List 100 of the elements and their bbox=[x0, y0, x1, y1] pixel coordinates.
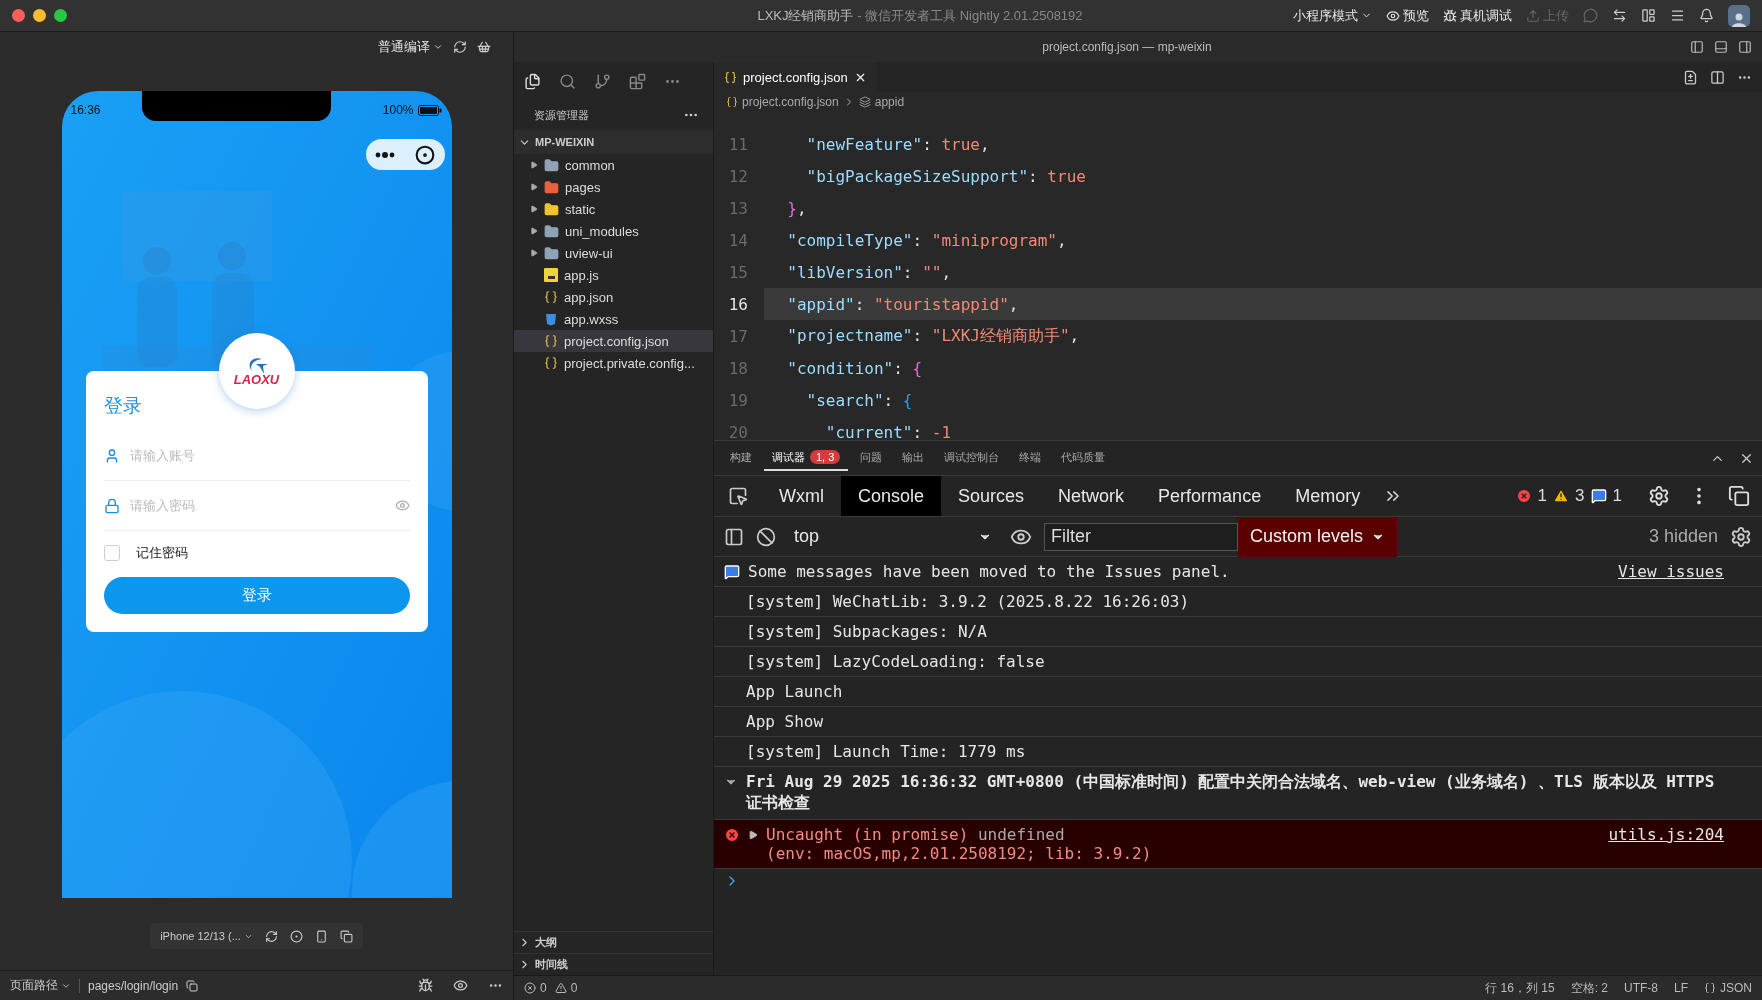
split-editor-icon[interactable] bbox=[1710, 69, 1725, 85]
mode-dropdown[interactable]: 小程序模式 bbox=[1293, 6, 1372, 25]
code-text: }, bbox=[786, 198, 807, 218]
status-item[interactable]: 空格: 2 bbox=[1570, 979, 1608, 997]
code-text: "condition": { bbox=[786, 358, 923, 378]
status-item[interactable]: 行 16，列 15 bbox=[1485, 979, 1555, 997]
expand-triangle-icon[interactable] bbox=[748, 830, 758, 840]
explorer-item[interactable]: app.wxss bbox=[514, 308, 713, 330]
filter-field[interactable]: Filter bbox=[1044, 522, 1238, 551]
project-root[interactable]: MP-WEIXIN bbox=[514, 130, 713, 154]
bell-icon[interactable] bbox=[1699, 8, 1714, 23]
explorer-item[interactable]: app.json bbox=[514, 286, 713, 308]
css-file-icon bbox=[544, 312, 558, 326]
devtools-tab[interactable]: Network bbox=[1041, 476, 1142, 516]
context-dropdown[interactable]: top bbox=[788, 526, 998, 547]
capsule-menu[interactable] bbox=[365, 139, 445, 170]
basket-icon[interactable] bbox=[477, 40, 491, 54]
settings-icon[interactable] bbox=[1730, 525, 1752, 548]
toggle-panel-icon[interactable] bbox=[1714, 40, 1728, 54]
code-text: "appid": "touristappid", bbox=[786, 294, 1019, 314]
breadcrumb-item[interactable]: project.config.json bbox=[742, 95, 839, 109]
page-path-dropdown[interactable]: 页面路径 bbox=[10, 977, 71, 994]
language-mode[interactable]: JSON bbox=[1720, 981, 1752, 995]
outline-section[interactable]: 大纲 bbox=[514, 931, 713, 953]
panel-tab[interactable]: 调试器 1, 3 bbox=[764, 445, 849, 471]
panel-tab[interactable]: 代码质量 bbox=[1053, 445, 1114, 471]
explorer-item[interactable]: common bbox=[514, 154, 713, 176]
device-dropdown[interactable]: iPhone 12/13 (... bbox=[160, 930, 253, 942]
error-count: 1 bbox=[1537, 486, 1548, 506]
explorer-item[interactable]: pages bbox=[514, 176, 713, 198]
password-field[interactable]: 请输入密码 bbox=[127, 497, 387, 514]
extensions-icon[interactable] bbox=[629, 72, 646, 90]
phone-icon[interactable] bbox=[314, 929, 328, 943]
close-window-button[interactable] bbox=[12, 9, 25, 22]
files-icon[interactable] bbox=[524, 72, 541, 90]
compile-mode-dropdown[interactable]: 普通编译 bbox=[378, 38, 443, 56]
account-field[interactable]: 请输入账号 bbox=[127, 447, 410, 464]
logo-text: LAOXU bbox=[233, 371, 280, 387]
swap-icon[interactable] bbox=[1612, 8, 1627, 23]
avatar[interactable] bbox=[1728, 4, 1750, 27]
panel-tab[interactable]: 调试控制台 bbox=[936, 445, 1008, 471]
info-icon bbox=[724, 564, 740, 580]
windows-icon[interactable] bbox=[339, 929, 353, 943]
settings-icon[interactable] bbox=[1648, 485, 1670, 507]
record-icon[interactable] bbox=[289, 929, 303, 943]
line-number: 14 bbox=[727, 230, 749, 250]
toggle-right-panel-icon[interactable] bbox=[1738, 40, 1752, 54]
panel-tab[interactable]: 构建 bbox=[722, 445, 760, 471]
view-issues-link[interactable]: View issues bbox=[1618, 562, 1724, 581]
warning-icon bbox=[1553, 488, 1570, 504]
breadcrumb-item[interactable]: appid bbox=[874, 95, 905, 109]
copy-icon[interactable] bbox=[186, 979, 199, 992]
folder-icon bbox=[544, 245, 559, 261]
panel-tab[interactable]: 终端 bbox=[1011, 445, 1050, 471]
panel-tab[interactable]: 问题 bbox=[852, 445, 891, 471]
js-file-icon bbox=[544, 268, 558, 282]
explorer-title: 资源管理器 bbox=[534, 107, 589, 123]
count-badge: 1, 3 bbox=[810, 450, 841, 464]
branch-icon[interactable] bbox=[594, 72, 611, 90]
explorer-item[interactable]: uni_modules bbox=[514, 220, 713, 242]
toggle-sidebar-icon[interactable] bbox=[1690, 40, 1704, 54]
undock-icon[interactable] bbox=[1728, 485, 1750, 507]
devtools-tab[interactable]: Performance bbox=[1141, 476, 1279, 516]
refresh-icon[interactable] bbox=[453, 40, 467, 54]
info-count: 1 bbox=[1612, 486, 1622, 506]
line-number: 17 bbox=[727, 326, 749, 346]
devtools-tab[interactable]: Memory bbox=[1278, 476, 1378, 516]
status-item[interactable]: LF bbox=[1673, 981, 1688, 995]
clear-console-icon[interactable] bbox=[756, 526, 776, 547]
bug-icon[interactable] bbox=[418, 978, 433, 993]
menu-icon[interactable] bbox=[1670, 8, 1685, 23]
explorer-item[interactable]: project.private.config... bbox=[514, 352, 713, 374]
levels-dropdown[interactable]: Custom levels bbox=[1238, 516, 1398, 557]
code-text: "newFeature": true, bbox=[805, 134, 990, 154]
panel-tab[interactable]: 输出 bbox=[894, 445, 933, 471]
remember-checkbox[interactable] bbox=[103, 545, 120, 561]
source-link[interactable]: utils.js:204 bbox=[1608, 825, 1724, 844]
devtools-tab[interactable]: Console bbox=[841, 476, 942, 516]
toolbar-button[interactable]: 预览 bbox=[1386, 6, 1429, 25]
line-number: 13 bbox=[727, 198, 749, 218]
compare-icon[interactable] bbox=[1683, 69, 1698, 85]
explorer-item[interactable]: project.config.json bbox=[514, 330, 713, 352]
explorer-item[interactable]: static bbox=[514, 198, 713, 220]
sidebar-icon[interactable] bbox=[724, 526, 744, 547]
minimize-window-button[interactable] bbox=[33, 9, 46, 22]
line-number: 12 bbox=[727, 166, 749, 186]
eye-icon[interactable] bbox=[453, 978, 468, 993]
zoom-window-button[interactable] bbox=[54, 9, 67, 22]
explorer-item[interactable]: uview-ui bbox=[514, 242, 713, 264]
toolbar-button[interactable]: 真机调试 bbox=[1443, 6, 1512, 25]
rotate-icon[interactable] bbox=[264, 929, 278, 943]
status-time: 16:36 bbox=[70, 103, 101, 117]
status-item[interactable]: UTF-8 bbox=[1623, 981, 1658, 995]
search-icon[interactable] bbox=[559, 72, 576, 90]
explorer-item[interactable]: app.js bbox=[514, 264, 713, 286]
devtools-tab[interactable]: Sources bbox=[941, 476, 1042, 516]
layout-icon[interactable] bbox=[1641, 8, 1656, 23]
line-number: 11 bbox=[727, 134, 749, 154]
inspect-icon[interactable] bbox=[728, 486, 748, 506]
devtools-tab[interactable]: Wxml bbox=[762, 476, 841, 516]
